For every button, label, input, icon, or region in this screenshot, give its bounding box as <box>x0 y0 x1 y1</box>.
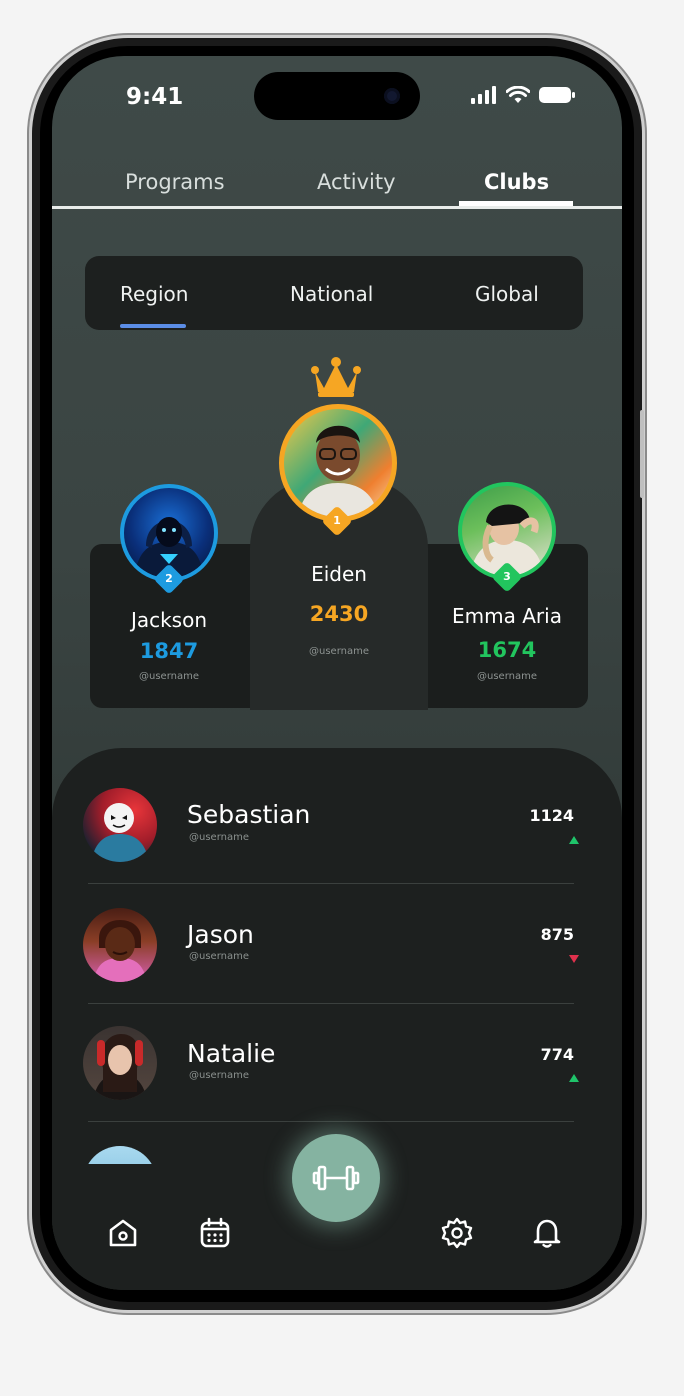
scope-tabs: Region National Global <box>85 256 583 330</box>
dynamic-island <box>254 72 420 120</box>
signal-icon <box>471 86 496 104</box>
dumbbell-icon <box>312 1165 360 1191</box>
rank-number-second: 2 <box>165 572 173 585</box>
tabs-divider <box>52 206 622 209</box>
row-score: 774 <box>540 1045 574 1064</box>
app-screen: 9:41 Programs Activity Clubs Region Nati… <box>52 56 622 1290</box>
podium-username-second: @username <box>139 671 199 682</box>
tab-active-indicator <box>459 201 573 206</box>
trend-down-icon <box>569 955 579 963</box>
row-username: @username <box>189 832 249 843</box>
person-photo-first <box>298 425 378 517</box>
podium-score-third: 1674 <box>477 638 537 662</box>
status-time: 9:41 <box>126 84 184 110</box>
trend-up-icon <box>569 1074 579 1082</box>
divider <box>88 1003 574 1004</box>
tab-global[interactable]: Global <box>475 282 539 306</box>
scope-active-indicator <box>120 324 186 328</box>
home-icon[interactable] <box>106 1216 140 1250</box>
person-photo <box>93 920 147 982</box>
status-icons <box>470 86 576 104</box>
person-photo <box>93 1034 147 1100</box>
settings-icon[interactable] <box>440 1216 474 1250</box>
tab-region[interactable]: Region <box>120 282 188 306</box>
avatar <box>83 1026 157 1100</box>
tab-national[interactable]: National <box>290 282 373 306</box>
row-score: 1124 <box>529 806 574 825</box>
avatar-first[interactable] <box>279 404 397 522</box>
avatar <box>83 908 157 982</box>
row-username: @username <box>189 951 249 962</box>
person-photo <box>91 803 149 862</box>
row-username: @username <box>189 1070 249 1081</box>
row-score: 875 <box>540 925 574 944</box>
divider <box>88 883 574 884</box>
row-name: Natalie <box>187 1039 276 1068</box>
tab-activity[interactable]: Activity <box>317 170 396 194</box>
trend-up-icon <box>569 836 579 844</box>
battery-icon <box>539 87 575 103</box>
camera-icon <box>384 88 400 104</box>
row-name: Jason <box>187 920 254 949</box>
bell-icon[interactable] <box>530 1216 564 1250</box>
side-button <box>640 410 644 498</box>
podium-username-first: @username <box>309 646 369 657</box>
rank-number-third: 3 <box>503 570 511 583</box>
podium-name-second: Jackson <box>130 608 208 632</box>
podium-name-third: Emma Aria <box>452 604 562 628</box>
avatar <box>83 788 157 862</box>
tab-programs[interactable]: Programs <box>125 170 225 194</box>
podium-score-first: 2430 <box>309 602 369 626</box>
workout-fab-button[interactable] <box>292 1134 380 1222</box>
tab-clubs[interactable]: Clubs <box>484 170 549 194</box>
divider <box>88 1121 574 1122</box>
row-name: Sebastian <box>187 800 311 829</box>
wifi-icon <box>506 86 530 103</box>
calendar-icon[interactable] <box>198 1216 232 1250</box>
podium-username-third: @username <box>477 671 537 682</box>
podium-name-first: Eiden <box>311 562 367 586</box>
podium-score-second: 1847 <box>139 639 199 663</box>
rank-number-first: 1 <box>333 514 341 527</box>
crown-icon <box>311 357 361 397</box>
